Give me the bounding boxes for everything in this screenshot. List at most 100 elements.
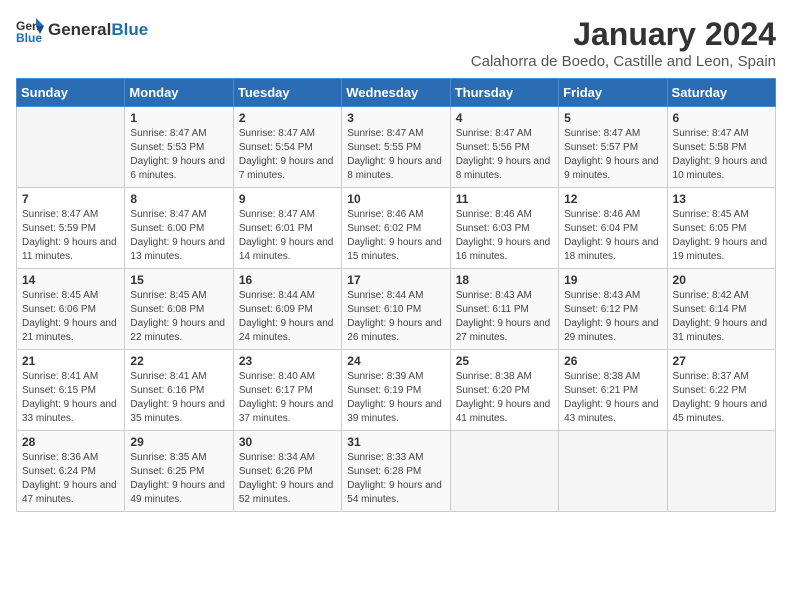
calendar-table: SundayMondayTuesdayWednesdayThursdayFrid… xyxy=(16,78,776,512)
calendar-cell: 2 Sunrise: 8:47 AMSunset: 5:54 PMDaylight… xyxy=(233,107,341,188)
calendar-cell: 5 Sunrise: 8:47 AMSunset: 5:57 PMDaylight… xyxy=(559,107,667,188)
calendar-cell: 6 Sunrise: 8:47 AMSunset: 5:58 PMDaylight… xyxy=(667,107,775,188)
day-number: 11 xyxy=(456,192,553,206)
day-number: 7 xyxy=(22,192,119,206)
day-number: 18 xyxy=(456,273,553,287)
day-number: 6 xyxy=(673,111,770,125)
calendar-cell: 26 Sunrise: 8:38 AMSunset: 6:21 PMDayligh… xyxy=(559,350,667,431)
calendar-cell xyxy=(559,431,667,512)
day-info: Sunrise: 8:41 AMSunset: 6:16 PMDaylight:… xyxy=(130,370,227,426)
day-info: Sunrise: 8:46 AMSunset: 6:04 PMDaylight:… xyxy=(564,208,661,264)
title-area: January 2024 Calahorra de Boedo, Castill… xyxy=(471,16,776,70)
month-title: January 2024 xyxy=(471,16,776,53)
day-number: 16 xyxy=(239,273,336,287)
calendar-week-row: 7 Sunrise: 8:47 AMSunset: 5:59 PMDaylight… xyxy=(17,188,776,269)
day-number: 8 xyxy=(130,192,227,206)
calendar-cell xyxy=(17,107,125,188)
calendar-cell: 25Sunrise: 8:38 AMSunset: 6:20 PMDayligh… xyxy=(450,350,558,431)
calendar-cell: 10Sunrise: 8:46 AMSunset: 6:02 PMDayligh… xyxy=(342,188,450,269)
day-number: 5 xyxy=(564,111,661,125)
calendar-cell: 11 Sunrise: 8:46 AMSunset: 6:03 PMDayligh… xyxy=(450,188,558,269)
day-info: Sunrise: 8:45 AMSunset: 6:06 PMDaylight:… xyxy=(22,289,119,345)
calendar-cell: 16 Sunrise: 8:44 AMSunset: 6:09 PMDayligh… xyxy=(233,269,341,350)
weekday-header: Sunday xyxy=(17,79,125,107)
day-number: 27 xyxy=(673,354,770,368)
weekday-header: Friday xyxy=(559,79,667,107)
calendar-cell: 30 Sunrise: 8:34 AMSunset: 6:26 PMDayligh… xyxy=(233,431,341,512)
day-number: 29 xyxy=(130,435,227,449)
day-info: Sunrise: 8:39 AMSunset: 6:19 PMDaylight:… xyxy=(347,370,444,426)
day-number: 4 xyxy=(456,111,553,125)
day-info: Sunrise: 8:45 AMSunset: 6:05 PMDaylight:… xyxy=(673,208,770,264)
calendar-cell: 19 Sunrise: 8:43 AMSunset: 6:12 PMDayligh… xyxy=(559,269,667,350)
day-number: 19 xyxy=(564,273,661,287)
calendar-cell: 22 Sunrise: 8:41 AMSunset: 6:16 PMDayligh… xyxy=(125,350,233,431)
day-number: 28 xyxy=(22,435,119,449)
calendar-week-row: 1 Sunrise: 8:47 AMSunset: 5:53 PMDaylight… xyxy=(17,107,776,188)
calendar-cell: 1 Sunrise: 8:47 AMSunset: 5:53 PMDaylight… xyxy=(125,107,233,188)
day-number: 22 xyxy=(130,354,227,368)
weekday-header: Saturday xyxy=(667,79,775,107)
calendar-cell: 20Sunrise: 8:42 AMSunset: 6:14 PMDayligh… xyxy=(667,269,775,350)
svg-text:Blue: Blue xyxy=(16,31,42,44)
day-info: Sunrise: 8:41 AMSunset: 6:15 PMDaylight:… xyxy=(22,370,119,426)
day-info: Sunrise: 8:34 AMSunset: 6:26 PMDaylight:… xyxy=(239,451,336,507)
day-info: Sunrise: 8:47 AMSunset: 6:00 PMDaylight:… xyxy=(130,208,227,264)
day-number: 13 xyxy=(673,192,770,206)
day-info: Sunrise: 8:44 AMSunset: 6:09 PMDaylight:… xyxy=(239,289,336,345)
day-info: Sunrise: 8:47 AMSunset: 5:55 PMDaylight:… xyxy=(347,127,444,183)
day-number: 30 xyxy=(239,435,336,449)
weekday-header: Thursday xyxy=(450,79,558,107)
calendar-cell: 3 Sunrise: 8:47 AMSunset: 5:55 PMDaylight… xyxy=(342,107,450,188)
day-number: 31 xyxy=(347,435,444,449)
day-info: Sunrise: 8:38 AMSunset: 6:20 PMDaylight:… xyxy=(456,370,553,426)
calendar-cell: 9Sunrise: 8:47 AMSunset: 6:01 PMDaylight… xyxy=(233,188,341,269)
day-info: Sunrise: 8:45 AMSunset: 6:08 PMDaylight:… xyxy=(130,289,227,345)
day-info: Sunrise: 8:37 AMSunset: 6:22 PMDaylight:… xyxy=(673,370,770,426)
calendar-cell: 18 Sunrise: 8:43 AMSunset: 6:11 PMDayligh… xyxy=(450,269,558,350)
day-info: Sunrise: 8:42 AMSunset: 6:14 PMDaylight:… xyxy=(673,289,770,345)
day-info: Sunrise: 8:46 AMSunset: 6:03 PMDaylight:… xyxy=(456,208,553,264)
day-number: 14 xyxy=(22,273,119,287)
weekday-header-row: SundayMondayTuesdayWednesdayThursdayFrid… xyxy=(17,79,776,107)
logo-text: GeneralBlue xyxy=(48,20,148,40)
day-info: Sunrise: 8:47 AMSunset: 5:53 PMDaylight:… xyxy=(130,127,227,183)
day-number: 12 xyxy=(564,192,661,206)
calendar-cell: 28 Sunrise: 8:36 AMSunset: 6:24 PMDayligh… xyxy=(17,431,125,512)
calendar-cell: 17Sunrise: 8:44 AMSunset: 6:10 PMDayligh… xyxy=(342,269,450,350)
calendar-week-row: 14 Sunrise: 8:45 AMSunset: 6:06 PMDayligh… xyxy=(17,269,776,350)
weekday-header: Tuesday xyxy=(233,79,341,107)
day-info: Sunrise: 8:46 AMSunset: 6:02 PMDaylight:… xyxy=(347,208,444,264)
calendar-week-row: 28 Sunrise: 8:36 AMSunset: 6:24 PMDayligh… xyxy=(17,431,776,512)
day-info: Sunrise: 8:43 AMSunset: 6:11 PMDaylight:… xyxy=(456,289,553,345)
day-info: Sunrise: 8:47 AMSunset: 5:54 PMDaylight:… xyxy=(239,127,336,183)
weekday-header: Wednesday xyxy=(342,79,450,107)
day-info: Sunrise: 8:40 AMSunset: 6:17 PMDaylight:… xyxy=(239,370,336,426)
calendar-cell: 4Sunrise: 8:47 AMSunset: 5:56 PMDaylight… xyxy=(450,107,558,188)
logo: Gen Blue GeneralBlue xyxy=(16,16,148,44)
calendar-cell: 27 Sunrise: 8:37 AMSunset: 6:22 PMDayligh… xyxy=(667,350,775,431)
calendar-cell: 24 Sunrise: 8:39 AMSunset: 6:19 PMDayligh… xyxy=(342,350,450,431)
day-number: 17 xyxy=(347,273,444,287)
day-number: 24 xyxy=(347,354,444,368)
calendar-cell: 31 Sunrise: 8:33 AMSunset: 6:28 PMDayligh… xyxy=(342,431,450,512)
day-number: 2 xyxy=(239,111,336,125)
weekday-header: Monday xyxy=(125,79,233,107)
day-info: Sunrise: 8:47 AMSunset: 5:57 PMDaylight:… xyxy=(564,127,661,183)
day-number: 1 xyxy=(130,111,227,125)
day-info: Sunrise: 8:33 AMSunset: 6:28 PMDaylight:… xyxy=(347,451,444,507)
day-number: 3 xyxy=(347,111,444,125)
day-info: Sunrise: 8:43 AMSunset: 6:12 PMDaylight:… xyxy=(564,289,661,345)
day-info: Sunrise: 8:47 AMSunset: 5:59 PMDaylight:… xyxy=(22,208,119,264)
day-info: Sunrise: 8:38 AMSunset: 6:21 PMDaylight:… xyxy=(564,370,661,426)
day-info: Sunrise: 8:36 AMSunset: 6:24 PMDaylight:… xyxy=(22,451,119,507)
location-title: Calahorra de Boedo, Castille and Leon, S… xyxy=(471,53,776,70)
calendar-cell: 14 Sunrise: 8:45 AMSunset: 6:06 PMDayligh… xyxy=(17,269,125,350)
logo-general: General xyxy=(48,20,111,39)
calendar-cell: 12 Sunrise: 8:46 AMSunset: 6:04 PMDayligh… xyxy=(559,188,667,269)
day-number: 26 xyxy=(564,354,661,368)
logo-icon: Gen Blue xyxy=(16,16,44,44)
calendar-cell: 29 Sunrise: 8:35 AMSunset: 6:25 PMDayligh… xyxy=(125,431,233,512)
day-info: Sunrise: 8:47 AMSunset: 5:58 PMDaylight:… xyxy=(673,127,770,183)
day-info: Sunrise: 8:35 AMSunset: 6:25 PMDaylight:… xyxy=(130,451,227,507)
